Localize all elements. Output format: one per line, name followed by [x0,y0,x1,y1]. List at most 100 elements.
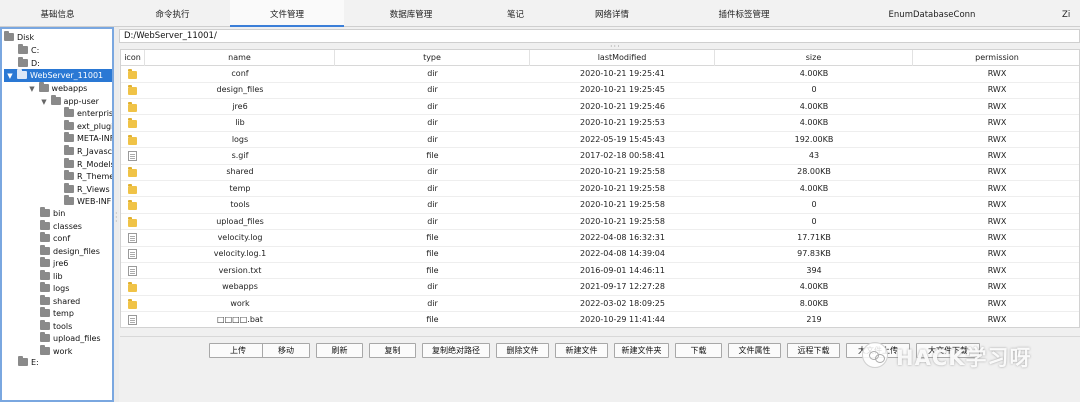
column-header-modified[interactable]: lastModified [530,50,715,66]
folder-icon [40,295,50,305]
tab-enum-db-conn[interactable]: EnumDatabaseConn [817,0,1047,27]
table-row[interactable]: temp dir 2020-10-21 19:25:58 4.00KB RWX [121,181,1079,198]
tab-database[interactable]: 数据库管理 [344,0,478,27]
download-button[interactable]: 下载 [675,343,722,358]
tree-node-bin[interactable]: bin [40,207,65,220]
table-row[interactable]: velocity.log file 2022-04-08 16:32:31 17.71… [121,230,1079,247]
cell-name: temp [229,183,251,193]
cell-last-modified: 2020-10-21 19:25:46 [580,101,665,111]
split-pane-divider[interactable]: · · · [114,27,119,402]
tree-node-temp[interactable]: temp [40,307,74,320]
cell-size: 192.00KB [794,134,834,144]
column-header-size[interactable]: size [715,50,913,66]
tree-node-web-inf[interactable]: WEB-INF [64,195,111,208]
cell-name: shared [226,167,254,177]
path-input[interactable]: D:/WebServer_11001/ [119,29,1080,43]
large-file-download-button[interactable]: 大文件下载 [916,343,980,358]
tab-network[interactable]: 网络详情 [553,0,671,27]
cell-name: s.gif [231,151,249,160]
table-row[interactable]: version.txt file 2016-09-01 14:46:11 394 RWX [121,263,1079,280]
column-header-icon[interactable]: icon [121,50,145,66]
tree-node-upload-files[interactable]: upload_files [40,332,101,345]
tree-node-work[interactable]: work [40,345,72,358]
large-file-upload-button[interactable]: 大文件上传 [846,343,910,358]
cell-size: 219 [806,315,822,324]
cell-type: file [426,233,439,242]
tree-node-meta-inf[interactable]: META-INF [64,132,112,145]
tab-command-exec[interactable]: 命令执行 [115,0,230,27]
folder-icon [64,170,74,180]
cell-last-modified: 2020-10-21 19:25:58 [580,200,665,210]
tree-node-webapps[interactable]: ▼ webapps [28,82,87,95]
file-properties-button[interactable]: 文件属性 [728,343,781,358]
folder-icon [128,118,137,129]
cell-last-modified: 2021-09-17 12:27:28 [580,282,665,292]
tree-node-conf[interactable]: conf [40,232,70,245]
chevron-down-icon: ▼ [7,72,13,80]
table-row[interactable]: design_files dir 2020-10-21 19:25:45 0 RWX [121,82,1079,99]
folder-icon [40,257,50,267]
column-header-name[interactable]: name [145,50,335,66]
table-row[interactable]: upload_files dir 2020-10-21 19:25:58 0 RWX [121,214,1079,231]
cell-last-modified: 2022-04-08 14:39:04 [580,249,665,259]
new-folder-button[interactable]: 新建文件夹 [614,343,669,358]
tab-basic-info[interactable]: 基础信息 [0,0,115,27]
cell-last-modified: 2022-03-02 18:09:25 [580,298,665,308]
cell-type: dir [427,101,438,111]
tree-node-webserver[interactable]: ▼ WebServer_11001 [4,69,112,82]
cell-size: 4.00KB [799,101,829,111]
delete-file-button[interactable]: 删除文件 [496,343,549,358]
tree-node-r-themes[interactable]: R_Themes [64,170,112,183]
tree-node-c[interactable]: C: [18,44,39,57]
cell-type: dir [427,167,438,177]
tree-node-e[interactable]: E: [18,356,39,369]
file-table[interactable]: icon name type lastModified size permiss… [120,49,1080,328]
file-icon [128,233,137,243]
tree-node-disk[interactable]: Disk [4,31,34,44]
table-row[interactable]: webapps dir 2021-09-17 12:27:28 4.00KB RWX [121,279,1079,296]
directory-tree[interactable]: Disk C: D: ▼ WebServer_11001 ▼ webapps ▼ … [0,27,114,402]
new-file-button[interactable]: 新建文件 [555,343,608,358]
copy-button[interactable]: 复制 [369,343,416,358]
cell-size: 0 [811,216,817,226]
table-row[interactable]: lib dir 2020-10-21 19:25:53 4.00KB RWX [121,115,1079,132]
column-header-type[interactable]: type [335,50,530,66]
table-row[interactable]: logs dir 2022-05-19 15:45:43 192.00KB RWX [121,132,1079,149]
tree-node-enterprise[interactable]: enterprise [64,107,112,120]
cell-type: dir [427,69,438,78]
move-button[interactable]: 移动 [262,343,310,358]
folder-icon [128,85,137,96]
tab-more[interactable]: Zi [1062,0,1080,27]
cell-permission: RWX [987,151,1007,160]
cell-permission: RWX [987,118,1007,128]
cell-size: 4.00KB [799,282,829,292]
cell-type: dir [427,200,438,210]
tree-node-jre6[interactable]: jre6 [40,257,68,270]
cell-last-modified: 2020-10-29 11:41:44 [580,315,665,324]
upload-button[interactable]: 上传 [209,343,267,358]
table-row[interactable]: shared dir 2020-10-21 19:25:58 28.00KB RWX [121,164,1079,181]
tab-notes[interactable]: 笔记 [478,0,553,27]
cell-name: lib [235,118,245,128]
column-header-permission[interactable]: permission [913,50,1079,66]
table-row[interactable]: s.gif file 2017-02-18 00:58:41 43 RWX [121,148,1079,165]
folder-icon [40,207,50,217]
cell-size: 4.00KB [799,69,829,78]
cell-last-modified: 2017-02-18 00:58:41 [580,151,665,160]
tab-plugins[interactable]: 插件标签管理 [671,0,817,27]
file-icon [128,151,137,161]
cell-permission: RWX [987,101,1007,111]
tree-node-r-javascript[interactable]: R_Javascri [64,145,112,158]
refresh-button[interactable]: 刷新 [316,343,363,358]
table-row[interactable]: work dir 2022-03-02 18:09:25 8.00KB RWX [121,296,1079,313]
tree-node-logs[interactable]: logs [40,282,69,295]
remote-download-button[interactable]: 远程下载 [787,343,840,358]
table-row[interactable]: tools dir 2020-10-21 19:25:58 0 RWX [121,197,1079,214]
copy-absolute-path-button[interactable]: 复制绝对路径 [422,343,490,358]
table-row[interactable]: jre6 dir 2020-10-21 19:25:46 4.00KB RWX [121,99,1079,116]
table-row[interactable]: □□□□.bat file 2020-10-29 11:41:44 219 RWX [121,312,1079,327]
table-row[interactable]: conf dir 2020-10-21 19:25:41 4.00KB RWX [121,66,1079,83]
tab-file-manager[interactable]: 文件管理 [230,0,344,27]
table-row[interactable]: velocity.log.1 file 2022-04-08 14:39:04 97.… [121,246,1079,263]
action-toolbar: 上传 移动 刷新 复制 复制绝对路径 删除文件 新建文件 新建文件夹 下载 文件… [120,336,1080,402]
